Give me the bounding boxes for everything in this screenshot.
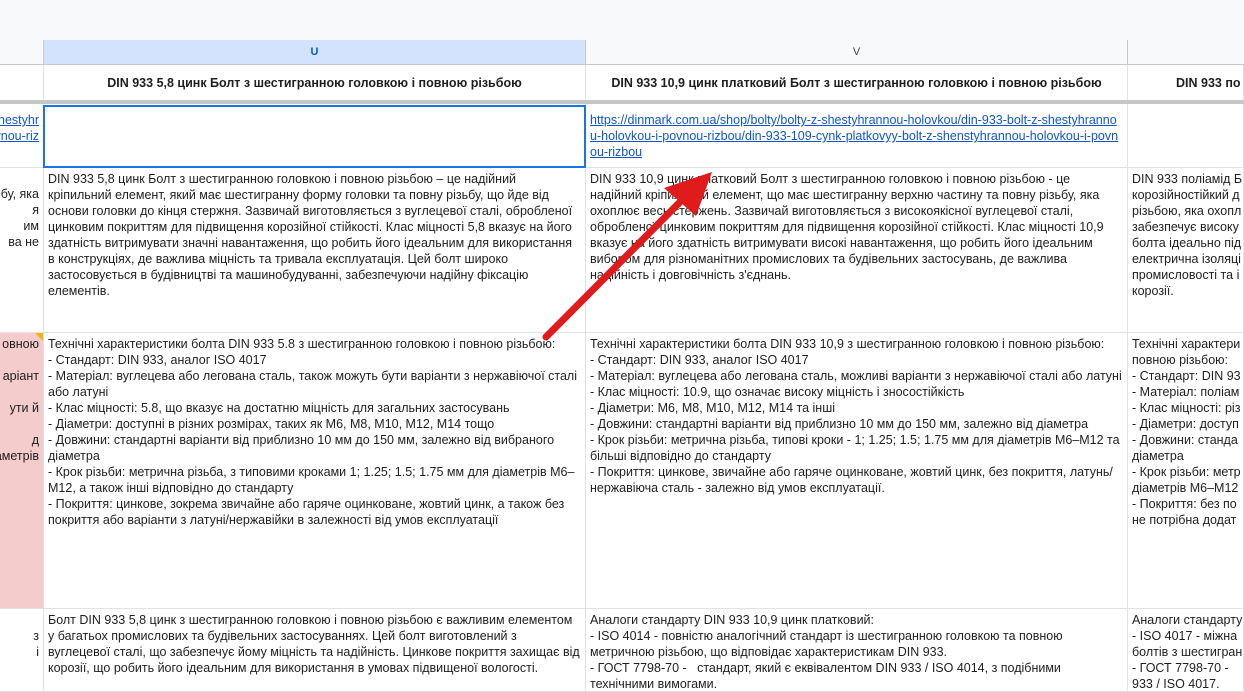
cell-u-specs[interactable]: Технічні характеристики болта DIN 933 5.… (44, 333, 586, 609)
column-header-t[interactable] (0, 40, 44, 64)
cell-t-desc[interactable]: бу, яка я им ва не (0, 168, 44, 333)
cell-v-link[interactable]: https://dinmark.com.ua/shop/bolty/bolty-… (586, 104, 1128, 168)
cell-v-usage[interactable]: Аналоги стандарту DIN 933 10,9 цинк плат… (586, 609, 1128, 692)
cell-w-header[interactable]: DIN 933 по (1128, 65, 1244, 101)
cell-u-desc[interactable]: DIN 933 5,8 цинк Болт з шестигранною гол… (44, 168, 586, 333)
cell-w-usage[interactable]: Аналоги стандарту - ISO 4017 - міжна бол… (1128, 609, 1244, 692)
column-header-v[interactable]: V (586, 40, 1128, 64)
column-header-u[interactable]: U (44, 40, 586, 64)
cell-u-link[interactable] (44, 104, 586, 168)
cell-v-specs[interactable]: Технічні характеристики болта DIN 933 10… (586, 333, 1128, 609)
cell-v-header[interactable]: DIN 933 10,9 цинк платковий Болт з шести… (586, 65, 1128, 101)
spreadsheet: U V DIN 933 5,8 цинк Болт з шестигранною… (0, 0, 1244, 692)
toolbar-area (0, 0, 1244, 41)
cell-t-usage[interactable]: з і (0, 609, 44, 692)
cell-t-specs[interactable]: овною аріант ути й д аметрів (0, 333, 44, 609)
cell-u-usage[interactable]: Болт DIN 933 5,8 цинк з шестигранною гол… (44, 609, 586, 692)
cell-w-link[interactable] (1128, 104, 1244, 168)
cell-t-header[interactable] (0, 65, 44, 101)
cell-u-header[interactable]: DIN 933 5,8 цинк Болт з шестигранною гол… (44, 65, 586, 101)
cell-w-desc[interactable]: DIN 933 поліамід Б корозійностійкий д рі… (1128, 168, 1244, 333)
comment-indicator[interactable] (35, 333, 43, 341)
column-headers: U V (0, 40, 1244, 65)
cell-t-link[interactable]: shestyhr nou-holovkou-i-povnou-riz (0, 104, 44, 168)
cell-w-specs[interactable]: Технічні характери повною різьбою: - Ста… (1128, 333, 1244, 609)
cell-v-desc[interactable]: DIN 933 10,9 цинк платковий Болт з шести… (586, 168, 1128, 333)
column-header-w[interactable] (1128, 40, 1244, 64)
